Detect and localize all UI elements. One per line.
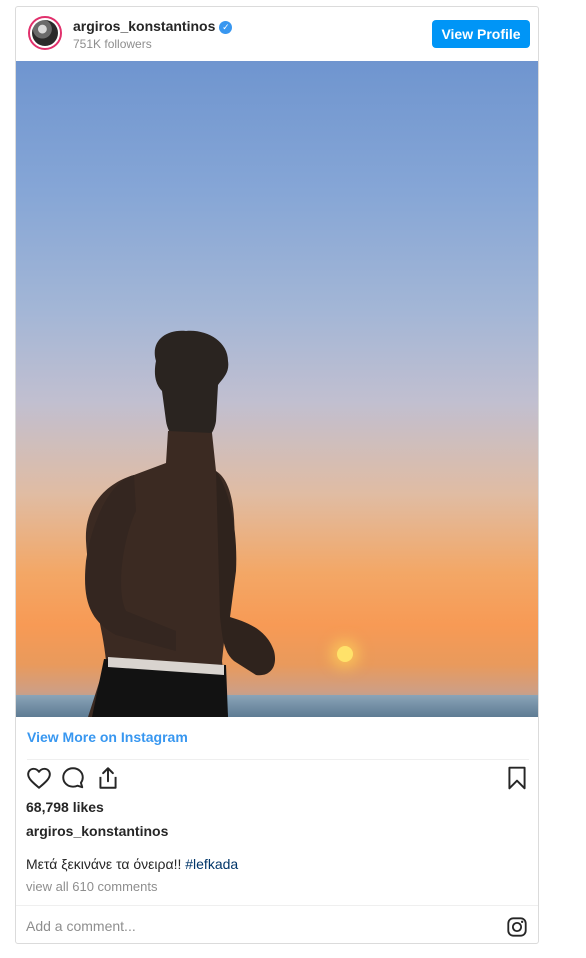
- post-photo[interactable]: [16, 61, 538, 717]
- comment-input[interactable]: [26, 916, 466, 936]
- share-icon[interactable]: [95, 765, 121, 791]
- divider: [27, 759, 529, 760]
- comment-icon[interactable]: [60, 765, 86, 791]
- comment-box: [16, 905, 538, 943]
- caption-text: Μετά ξεκινάνε τα όνειρα!!: [26, 856, 186, 872]
- verified-badge-icon: ✓: [219, 21, 233, 34]
- view-all-comments-link[interactable]: view all 610 comments: [26, 879, 158, 894]
- heart-icon[interactable]: [26, 765, 52, 791]
- view-more-link[interactable]: View More on Instagram: [27, 729, 188, 745]
- post-owner-username[interactable]: argiros_konstantinos: [26, 823, 168, 839]
- post-caption: Μετά ξεκινάνε τα όνειρα!! #lefkada: [26, 856, 238, 872]
- instagram-embed-card: argiros_konstantinos ✓ 751K followers Vie…: [15, 6, 539, 944]
- person-silhouette: [85, 330, 276, 717]
- username-text: argiros_konstantinos: [73, 18, 216, 34]
- post-header: argiros_konstantinos ✓ 751K followers Vie…: [16, 7, 538, 61]
- bookmark-icon[interactable]: [504, 765, 530, 791]
- username[interactable]: argiros_konstantinos ✓: [73, 18, 233, 34]
- followers-count: 751K followers: [73, 37, 152, 51]
- likes-count[interactable]: 68,798 likes: [26, 799, 104, 815]
- avatar[interactable]: [28, 16, 62, 50]
- hashtag-link[interactable]: #lefkada: [185, 856, 238, 872]
- action-bar: [16, 765, 538, 795]
- view-profile-button[interactable]: View Profile: [432, 20, 530, 48]
- avatar-image: [32, 20, 58, 46]
- instagram-logo-icon[interactable]: [506, 916, 528, 938]
